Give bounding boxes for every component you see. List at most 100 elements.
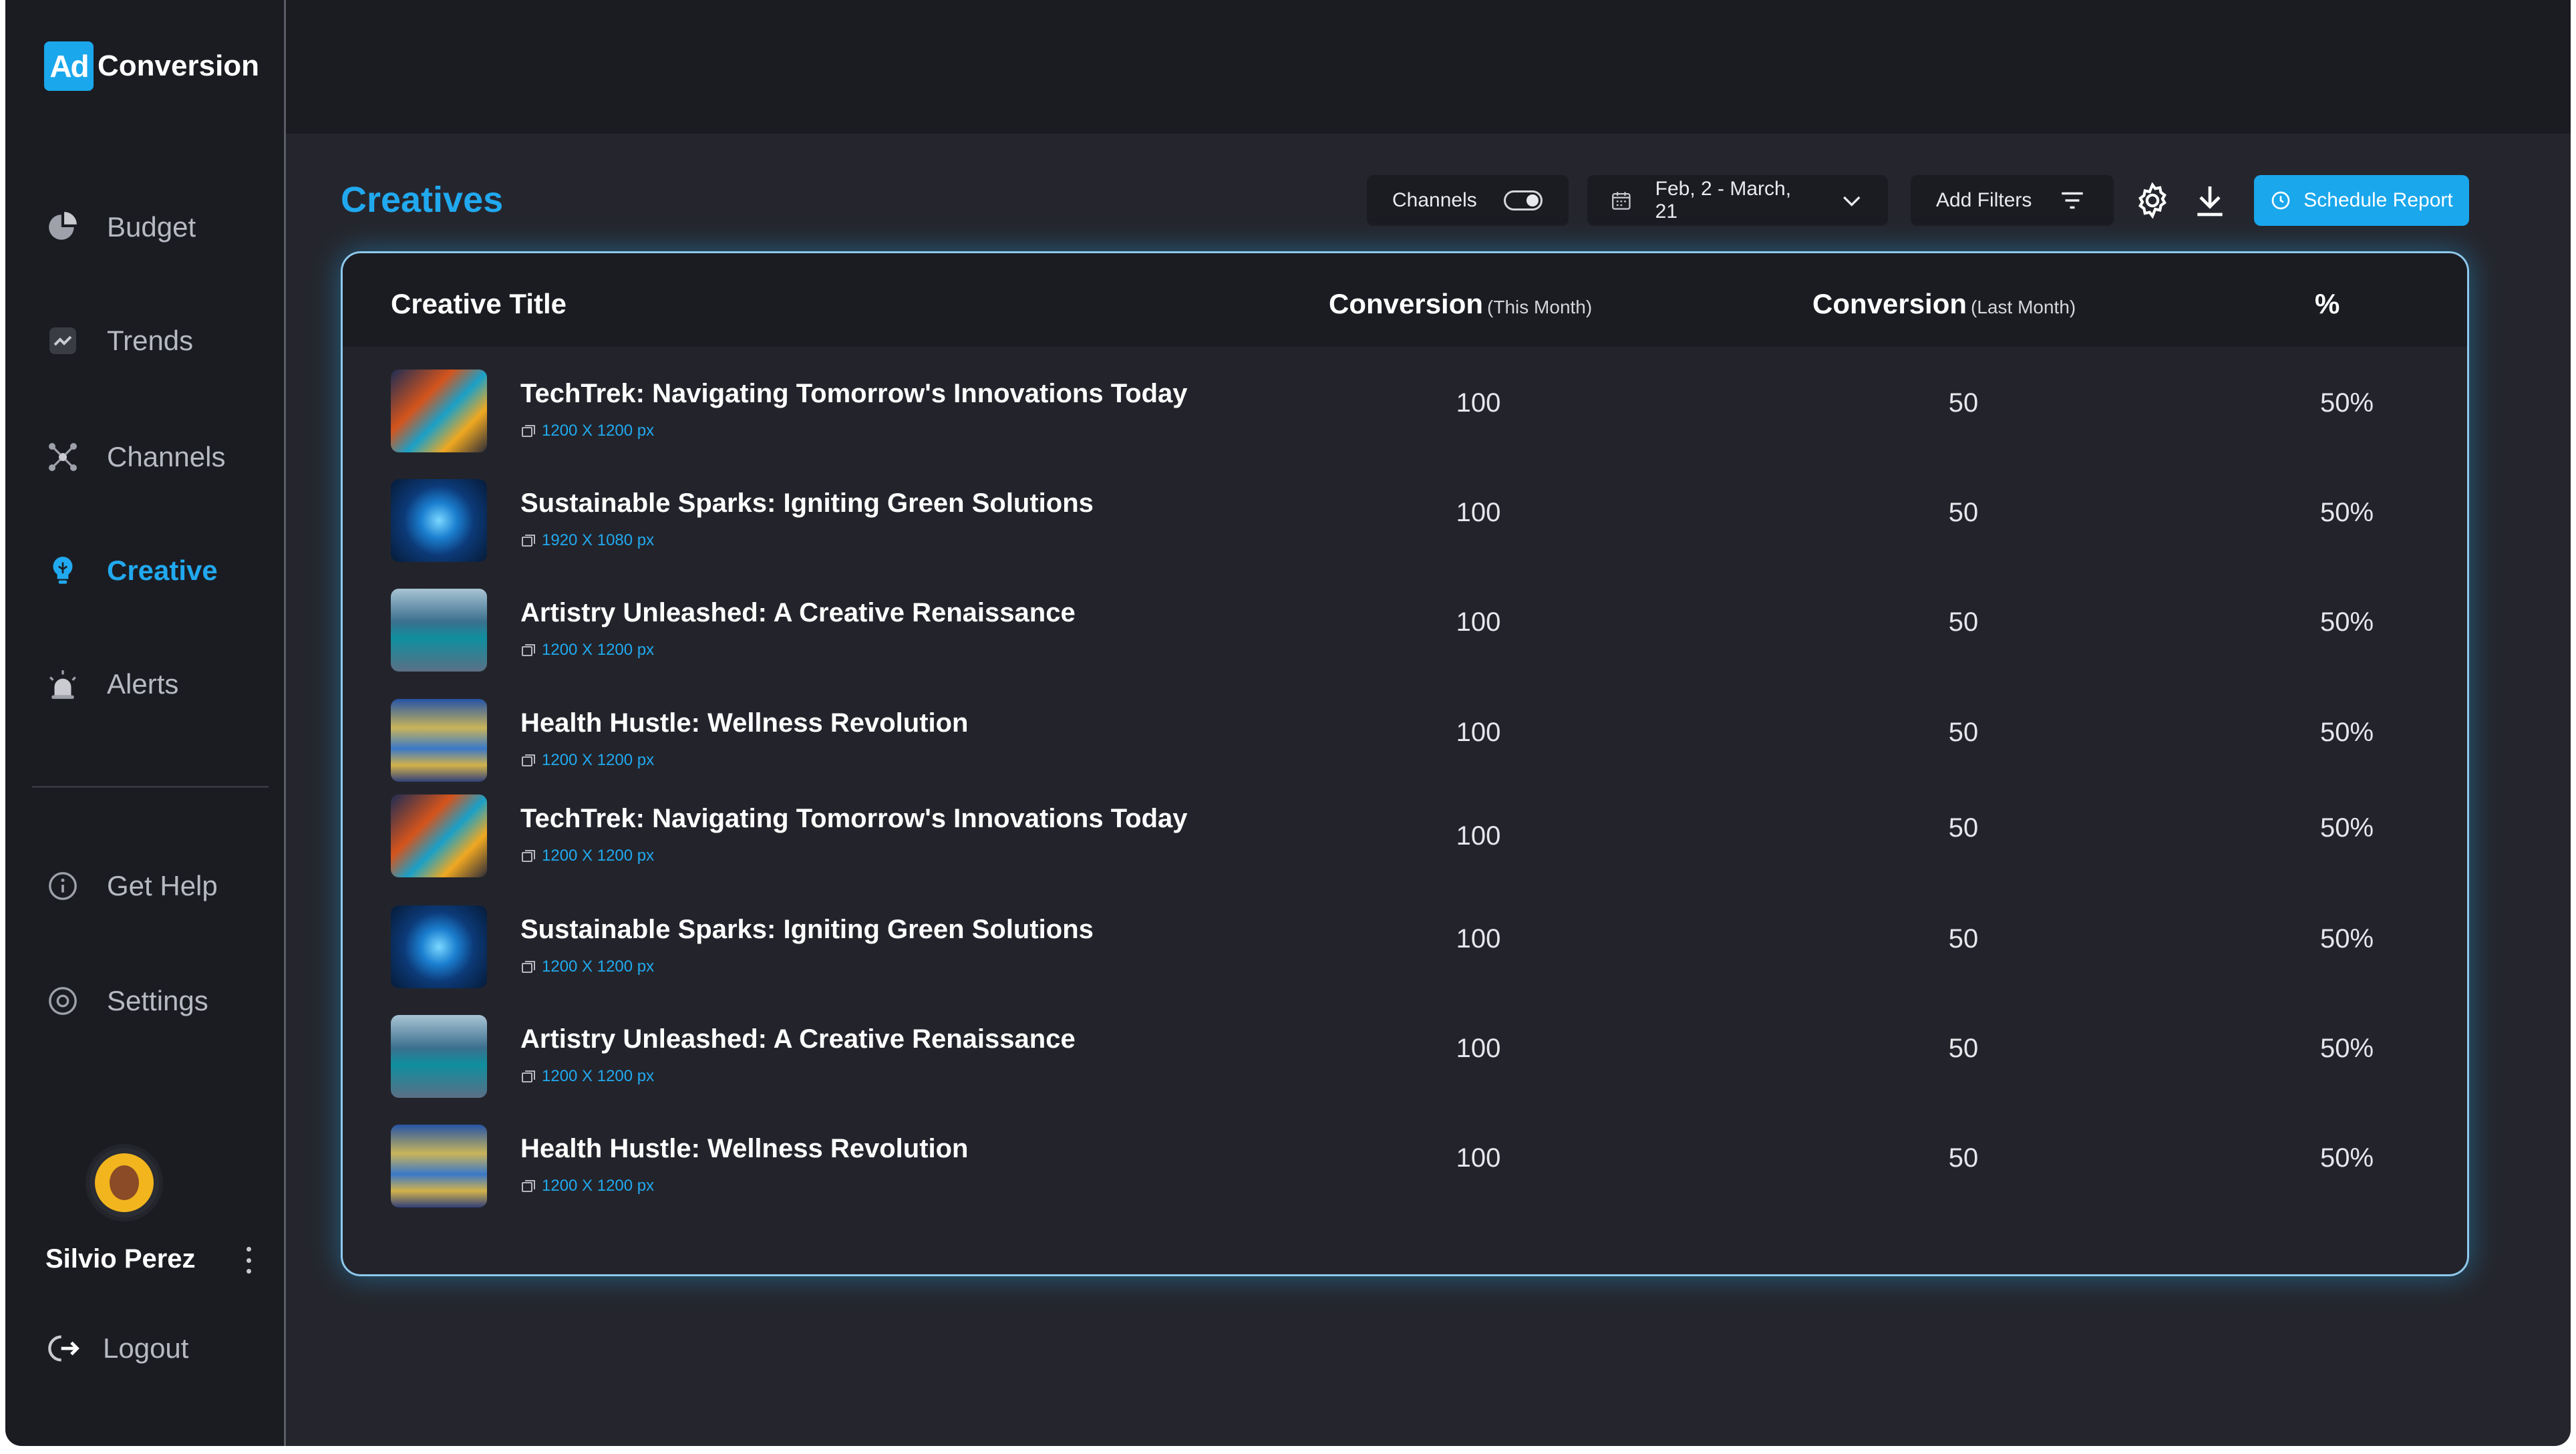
sidebar-item-label: Get Help: [107, 870, 218, 901]
schedule-report-button[interactable]: Schedule Report: [2254, 175, 2469, 226]
main-content: Creatives Channels Feb, 2 - March, 21 Ad…: [286, 0, 2571, 1446]
conversion-percent: 50%: [2319, 388, 2374, 418]
trend-icon: [44, 322, 82, 359]
image-size-icon: [522, 850, 535, 862]
conversion-percent: 50%: [2319, 718, 2374, 747]
creative-dimensions: 1200 X 1200 px: [520, 422, 654, 440]
conversion-last-month: 50: [1948, 1143, 1979, 1173]
creative-title[interactable]: TechTrek: Navigating Tomorrow's Innovati…: [520, 379, 1188, 409]
settings-gear-button[interactable]: [2130, 178, 2175, 223]
table-row[interactable]: TechTrek: Navigating Tomorrow's Innovati…: [343, 780, 2467, 880]
calendar-icon: [1612, 192, 1631, 210]
sidebar-item-label: Channels: [107, 441, 226, 472]
clock-icon: [2271, 191, 2290, 210]
channels-toggle[interactable]: [1503, 190, 1543, 210]
conversion-this-month: 100: [1456, 1034, 1501, 1063]
creative-thumbnail[interactable]: [391, 905, 487, 988]
column-header-this-month[interactable]: Conversion (This Month): [1329, 288, 1592, 320]
conversion-last-month: 50: [1948, 388, 1979, 418]
column-header-last-month[interactable]: Conversion (Last Month): [1812, 288, 2076, 320]
chevron-down-icon: [1843, 196, 1861, 206]
creative-dimensions: 1200 X 1200 px: [520, 1177, 654, 1195]
conversion-percent: 50%: [2319, 1034, 2374, 1063]
more-vertical-icon[interactable]: [240, 1247, 257, 1274]
creative-thumbnail[interactable]: [391, 370, 487, 452]
sidebar-item-get-help[interactable]: Get Help: [44, 859, 218, 913]
table-header: Creative Title Conversion (This Month) Co…: [343, 253, 2467, 347]
conversion-last-month: 50: [1948, 924, 1979, 954]
logout-label: Logout: [103, 1332, 189, 1364]
top-bar: [286, 0, 2571, 134]
gear-icon: [44, 982, 82, 1020]
image-size-icon: [522, 754, 535, 766]
conversion-this-month: 100: [1456, 821, 1501, 851]
creative-thumbnail[interactable]: [391, 699, 487, 782]
add-filters-label: Add Filters: [1936, 189, 2032, 211]
creative-title[interactable]: Health Hustle: Wellness Revolution: [520, 708, 969, 738]
conversion-this-month: 100: [1456, 718, 1501, 747]
table-row[interactable]: Health Hustle: Wellness Revolution 1200 X…: [343, 1110, 2467, 1210]
column-header-title[interactable]: Creative Title: [391, 288, 567, 320]
creative-thumbnail[interactable]: [391, 1125, 487, 1207]
lightbulb-icon: [44, 552, 82, 589]
image-size-icon: [522, 535, 535, 547]
conversion-last-month: 50: [1948, 718, 1979, 747]
creative-title[interactable]: Artistry Unleashed: A Creative Renaissan…: [520, 1024, 1076, 1054]
table-row[interactable]: TechTrek: Navigating Tomorrow's Innovati…: [343, 355, 2467, 455]
table-row[interactable]: Sustainable Sparks: Igniting Green Solut…: [343, 464, 2467, 565]
sidebar-item-budget[interactable]: Budget: [44, 200, 196, 254]
conversion-percent: 50%: [2319, 498, 2374, 527]
creative-dimensions: 1200 X 1200 px: [520, 751, 654, 770]
conversion-this-month: 100: [1456, 607, 1501, 637]
sidebar-item-label: Trends: [107, 325, 194, 356]
sidebar-item-channels[interactable]: Channels: [44, 430, 225, 484]
conversion-this-month: 100: [1456, 1143, 1501, 1173]
creative-thumbnail[interactable]: [391, 1015, 487, 1098]
sidebar-item-trends[interactable]: Trends: [44, 314, 193, 368]
conversion-this-month: 100: [1456, 388, 1501, 418]
schedule-report-label: Schedule Report: [2303, 189, 2453, 211]
logout-button[interactable]: Logout: [47, 1327, 188, 1370]
image-size-icon: [522, 644, 535, 656]
conversion-last-month: 50: [1948, 813, 1979, 843]
creative-title[interactable]: Artistry Unleashed: A Creative Renaissan…: [520, 598, 1076, 628]
creative-dimensions: 1200 X 1200 px: [520, 641, 654, 660]
brand-logo[interactable]: Ad Conversion: [44, 41, 259, 91]
channels-label: Channels: [1392, 189, 1477, 211]
creatives-table: Creative Title Conversion (This Month) Co…: [341, 251, 2469, 1276]
creative-title[interactable]: Sustainable Sparks: Igniting Green Solut…: [520, 488, 1094, 519]
creative-thumbnail[interactable]: [391, 589, 487, 672]
creative-thumbnail[interactable]: [391, 479, 487, 562]
date-range-picker[interactable]: Feb, 2 - March, 21: [1587, 175, 1888, 226]
channels-toggle-control[interactable]: Channels: [1367, 175, 1569, 226]
date-range-value: Feb, 2 - March, 21: [1655, 178, 1792, 223]
add-filters-button[interactable]: Add Filters: [1911, 175, 2114, 226]
sidebar-item-label: Budget: [107, 211, 196, 243]
conversion-percent: 50%: [2319, 924, 2374, 954]
download-icon: [2197, 186, 2223, 216]
avatar[interactable]: [90, 1148, 159, 1217]
sidebar-item-alerts[interactable]: Alerts: [44, 658, 178, 711]
sidebar-item-creative[interactable]: Creative: [44, 544, 218, 597]
creative-thumbnail[interactable]: [391, 794, 487, 877]
conversion-percent: 50%: [2319, 607, 2374, 637]
creative-title[interactable]: Health Hustle: Wellness Revolution: [520, 1134, 969, 1164]
download-button[interactable]: [2187, 178, 2233, 223]
table-row[interactable]: Health Hustle: Wellness Revolution 1200 X…: [343, 684, 2467, 784]
table-row[interactable]: Artistry Unleashed: A Creative Renaissan…: [343, 1000, 2467, 1101]
creative-title[interactable]: TechTrek: Navigating Tomorrow's Innovati…: [520, 804, 1188, 834]
creative-title[interactable]: Sustainable Sparks: Igniting Green Solut…: [520, 915, 1094, 945]
user-name: Silvio Perez: [45, 1244, 196, 1274]
creative-dimensions: 1920 X 1080 px: [520, 531, 654, 550]
sidebar-item-settings[interactable]: Settings: [44, 974, 208, 1028]
table-row[interactable]: Artistry Unleashed: A Creative Renaissan…: [343, 574, 2467, 674]
creative-dimensions: 1200 X 1200 px: [520, 1067, 654, 1086]
sidebar-divider: [32, 786, 269, 788]
conversion-last-month: 50: [1948, 1034, 1979, 1063]
column-header-percent[interactable]: %: [2315, 288, 2340, 320]
brand-mark: Ad: [44, 41, 94, 91]
sidebar-item-label: Alerts: [107, 668, 179, 700]
brand-name: Conversion: [98, 49, 260, 82]
table-row[interactable]: Sustainable Sparks: Igniting Green Solut…: [343, 891, 2467, 991]
sidebar-item-label: Creative: [107, 555, 218, 586]
